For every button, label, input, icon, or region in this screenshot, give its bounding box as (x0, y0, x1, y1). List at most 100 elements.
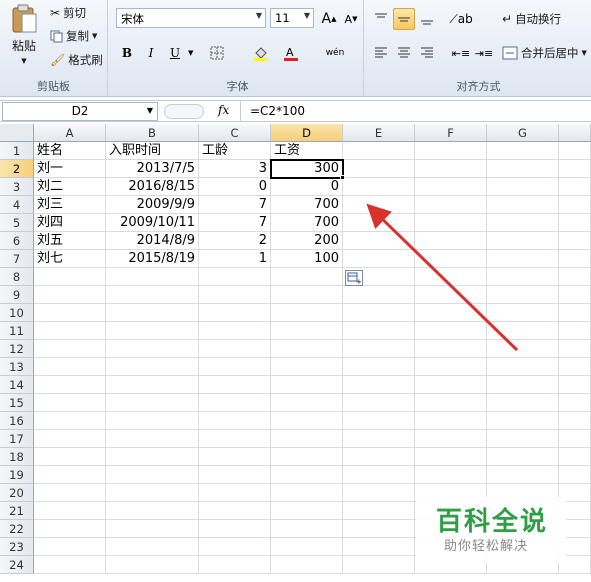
cell-a9[interactable] (34, 286, 106, 304)
cell-f13[interactable] (415, 358, 487, 376)
cell-d16[interactable] (271, 412, 343, 430)
cell-a1[interactable]: 姓名 (34, 142, 106, 160)
cell-g17[interactable] (487, 430, 559, 448)
cell-b4[interactable]: 2009/9/9 (106, 196, 199, 214)
row-header-4[interactable]: 4 (0, 196, 34, 214)
cell-e14[interactable] (343, 376, 415, 394)
cell-f10[interactable] (415, 304, 487, 322)
cell-g15[interactable] (487, 394, 559, 412)
cell-a17[interactable] (34, 430, 106, 448)
cell-c3[interactable]: 0 (199, 178, 271, 196)
cell-g13[interactable] (487, 358, 559, 376)
cell-filler[interactable] (559, 376, 591, 394)
cell-d14[interactable] (271, 376, 343, 394)
row-header-19[interactable]: 19 (0, 466, 34, 484)
cell-a13[interactable] (34, 358, 106, 376)
cell-f16[interactable] (415, 412, 487, 430)
row-header-2[interactable]: 2 (0, 160, 34, 178)
cell-f3[interactable] (415, 178, 487, 196)
cell-b5[interactable]: 2009/10/11 (106, 214, 199, 232)
wrap-text-button[interactable]: ↵ 自动换行 (502, 11, 561, 27)
cell-g2[interactable] (487, 160, 559, 178)
cell-f18[interactable] (415, 448, 487, 466)
cell-c14[interactable] (199, 376, 271, 394)
decrease-indent-button[interactable]: ⇤≡ (450, 42, 472, 64)
cell-e2[interactable] (343, 160, 415, 178)
cell-filler[interactable] (559, 214, 591, 232)
cell-d4[interactable]: 700 (271, 196, 343, 214)
row-header-24[interactable]: 24 (0, 556, 34, 574)
cell-d18[interactable] (271, 448, 343, 466)
cell-e19[interactable] (343, 466, 415, 484)
row-header-18[interactable]: 18 (0, 448, 34, 466)
cell-filler[interactable] (559, 268, 591, 286)
cell-e3[interactable] (343, 178, 415, 196)
cell-a8[interactable] (34, 268, 106, 286)
row-header-15[interactable]: 15 (0, 394, 34, 412)
cell-c4[interactable]: 7 (199, 196, 271, 214)
cell-c2[interactable]: 3 (199, 160, 271, 178)
cell-filler[interactable] (559, 196, 591, 214)
cell-d22[interactable] (271, 520, 343, 538)
cell-filler[interactable] (559, 412, 591, 430)
cell-g1[interactable] (487, 142, 559, 160)
formula-input[interactable]: =C2*100 (250, 104, 305, 118)
cell-b14[interactable] (106, 376, 199, 394)
cell-c8[interactable] (199, 268, 271, 286)
align-top-button[interactable] (370, 8, 392, 30)
cell-c19[interactable] (199, 466, 271, 484)
cell-d9[interactable] (271, 286, 343, 304)
cell-g18[interactable] (487, 448, 559, 466)
cell-d12[interactable] (271, 340, 343, 358)
cell-filler[interactable] (559, 448, 591, 466)
cell-e11[interactable] (343, 322, 415, 340)
cell-d6[interactable]: 200 (271, 232, 343, 250)
cell-e22[interactable] (343, 520, 415, 538)
row-header-13[interactable]: 13 (0, 358, 34, 376)
cell-f2[interactable] (415, 160, 487, 178)
cell-g7[interactable] (487, 250, 559, 268)
column-header-d[interactable]: D (271, 124, 343, 142)
bold-button[interactable]: B (116, 42, 138, 64)
cell-b6[interactable]: 2014/8/9 (106, 232, 199, 250)
cell-a2[interactable]: 刘一 (34, 160, 106, 178)
cell-filler[interactable] (559, 340, 591, 358)
cell-filler[interactable] (559, 466, 591, 484)
cell-c13[interactable] (199, 358, 271, 376)
cell-c21[interactable] (199, 502, 271, 520)
cell-b15[interactable] (106, 394, 199, 412)
cell-g16[interactable] (487, 412, 559, 430)
name-box[interactable]: D2 ▼ (2, 102, 158, 121)
cell-d24[interactable] (271, 556, 343, 574)
cell-g8[interactable] (487, 268, 559, 286)
align-bottom-button[interactable] (416, 8, 438, 30)
cell-a20[interactable] (34, 484, 106, 502)
cell-d20[interactable] (271, 484, 343, 502)
column-header-e[interactable]: E (343, 124, 415, 142)
cell-a19[interactable] (34, 466, 106, 484)
cell-filler[interactable] (559, 430, 591, 448)
cell-f9[interactable] (415, 286, 487, 304)
paste-button[interactable]: 粘贴 ▼ (6, 4, 42, 65)
cell-b21[interactable] (106, 502, 199, 520)
cell-c18[interactable] (199, 448, 271, 466)
cell-filler[interactable] (559, 178, 591, 196)
row-header-1[interactable]: 1 (0, 142, 34, 160)
cell-b22[interactable] (106, 520, 199, 538)
cell-a14[interactable] (34, 376, 106, 394)
cell-e21[interactable] (343, 502, 415, 520)
cell-filler[interactable] (559, 394, 591, 412)
cell-a12[interactable] (34, 340, 106, 358)
cell-c9[interactable] (199, 286, 271, 304)
cell-b19[interactable] (106, 466, 199, 484)
row-header-10[interactable]: 10 (0, 304, 34, 322)
cell-a7[interactable]: 刘七 (34, 250, 106, 268)
cell-b13[interactable] (106, 358, 199, 376)
fill-color-button[interactable] (250, 42, 272, 64)
align-middle-button[interactable] (393, 8, 415, 30)
cell-c23[interactable] (199, 538, 271, 556)
cell-g14[interactable] (487, 376, 559, 394)
cell-f4[interactable] (415, 196, 487, 214)
cell-c10[interactable] (199, 304, 271, 322)
cell-e6[interactable] (343, 232, 415, 250)
